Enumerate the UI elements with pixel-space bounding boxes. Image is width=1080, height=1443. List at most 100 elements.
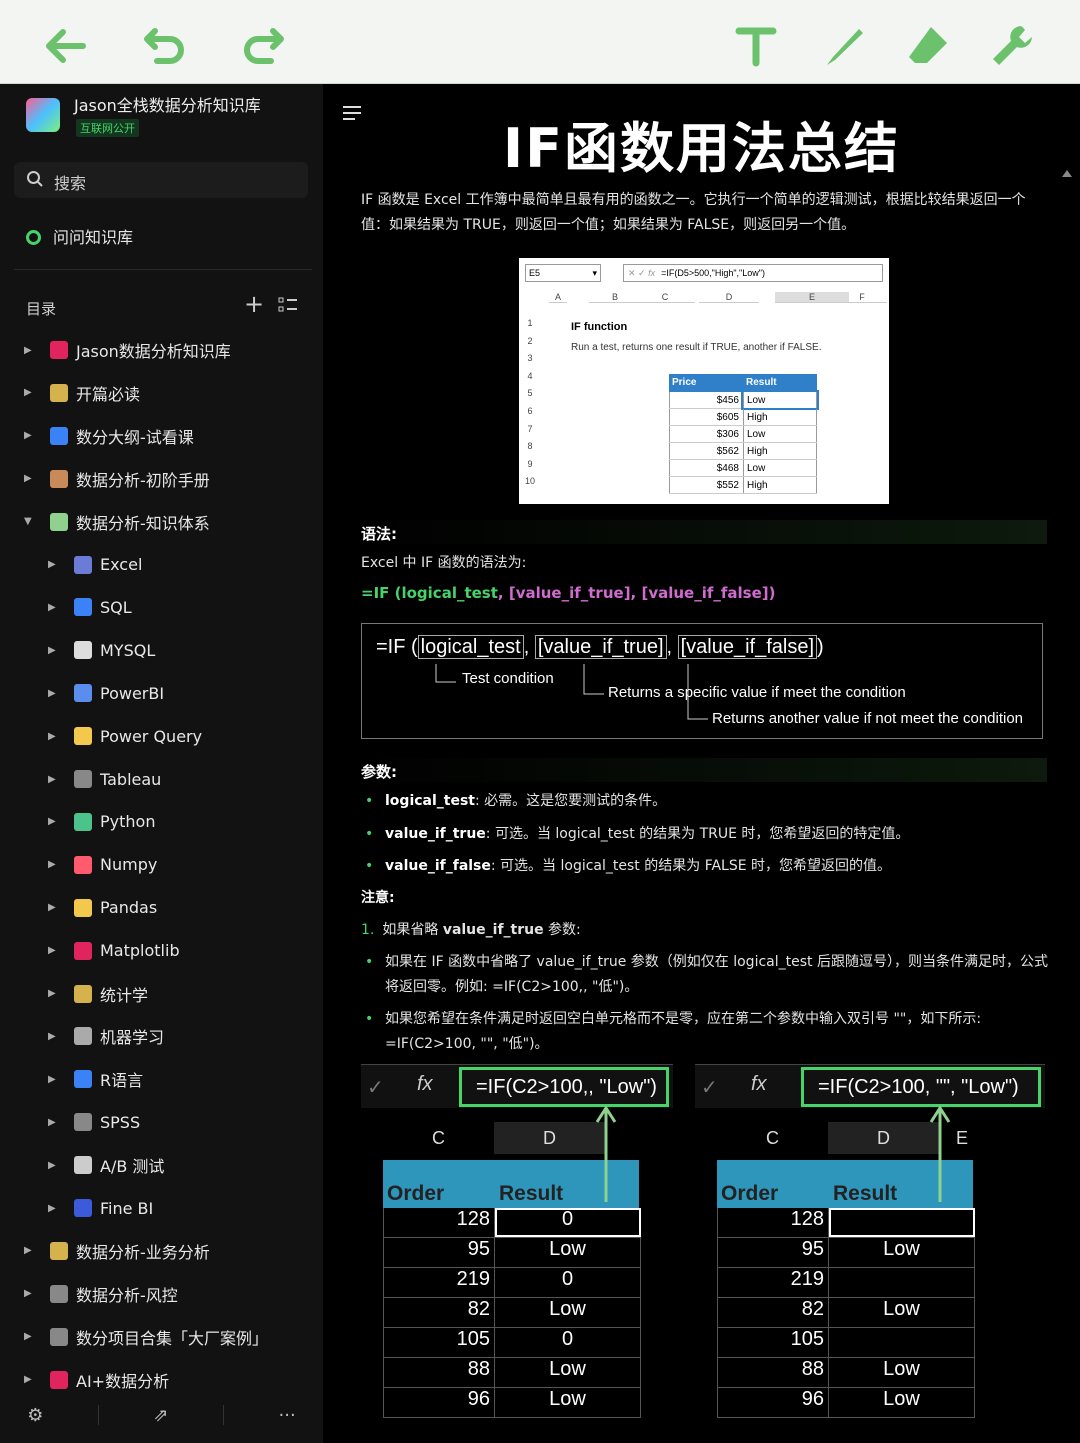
tableau-icon <box>74 770 92 788</box>
sidebar-item-label: Excel <box>100 555 143 574</box>
chevron-right-icon[interactable]: ▶ <box>48 816 62 827</box>
redo-icon[interactable] <box>234 18 290 74</box>
table-cell: Low <box>495 1298 641 1327</box>
sidebar-item[interactable]: ▶ Python <box>48 807 155 837</box>
sidebar-item[interactable]: ▶ PowerBI <box>48 678 164 708</box>
chevron-right-icon[interactable]: ▶ <box>48 945 62 956</box>
chevron-right-icon[interactable]: ▶ <box>48 1117 62 1128</box>
chevron-right-icon[interactable]: ▶ <box>48 645 62 656</box>
sidebar-item[interactable]: ▶ MYSQL <box>48 635 155 665</box>
param-desc: : 可选。当 logical_test 的结果为 FALSE 时，您希望返回的值… <box>490 858 892 874</box>
more-icon[interactable]: ··· <box>279 1405 296 1426</box>
table-row: 128 <box>717 1208 975 1238</box>
fig-subheading: Run a test, returns one result if TRUE, … <box>571 342 822 353</box>
price-table: Price Result $456 Low $605 High $306 Low $562 Hig… <box>669 374 819 494</box>
chevron-right-icon[interactable]: ▶ <box>24 1374 38 1385</box>
param-name: value_if_true <box>385 825 486 842</box>
sidebar-item-label: SQL <box>100 597 132 617</box>
chevron-right-icon[interactable]: ▶ <box>24 1245 38 1256</box>
sidebar-item[interactable]: ▶ 机器学习 <box>48 1021 164 1051</box>
chevron-right-icon[interactable]: ▶ <box>24 1331 38 1342</box>
formula-input[interactable]: =IF(C2>100, "", "Low") <box>801 1067 1041 1107</box>
table-cell: 95 <box>717 1238 829 1267</box>
sidebar-item[interactable]: ▶ Tableau <box>48 764 161 794</box>
formula-input[interactable]: =IF(C2>100,, "Low") <box>459 1067 669 1107</box>
sidebar-item[interactable]: ▶ R语言 <box>48 1064 143 1094</box>
chevron-down-icon[interactable]: ▼ <box>24 516 38 527</box>
note-heading: 注意: <box>361 890 395 906</box>
sidebar-item[interactable]: ▶ 开篇必读 <box>24 378 140 408</box>
table-row: 105 <box>717 1328 975 1358</box>
sidebar-item[interactable]: ▶ 统计学 <box>48 979 148 1009</box>
ask-label: 问问知识库 <box>53 228 134 247</box>
chevron-right-icon[interactable]: ▶ <box>48 559 62 570</box>
sidebar-item[interactable]: ▶ 数分项目合集「大厂案例」 <box>24 1322 268 1352</box>
workspace-logo[interactable] <box>26 98 60 132</box>
chevron-right-icon[interactable]: ▶ <box>48 1160 62 1171</box>
sidebar-item[interactable]: ▶ 数据分析-风控 <box>24 1279 178 1309</box>
workspace-name[interactable]: Jason全栈数据分析知识库 <box>74 92 261 116</box>
sidebar-item[interactable]: ▶ Matplotlib <box>48 936 180 966</box>
sidebar-item[interactable]: ▶ SQL <box>48 592 132 622</box>
powerquery-icon <box>74 727 92 746</box>
sidebar-item[interactable]: ▶ Pandas <box>48 893 157 923</box>
sidebar-item[interactable]: ▶ 数据分析-初阶手册 <box>24 464 210 494</box>
chevron-right-icon[interactable]: ▶ <box>24 1288 38 1299</box>
wrench-icon[interactable] <box>984 18 1040 74</box>
chevron-right-icon[interactable]: ▶ <box>48 988 62 999</box>
sidebar-item-label: 机器学习 <box>100 1028 165 1048</box>
list-icon[interactable] <box>278 296 298 314</box>
sidebar-item[interactable]: ▶ 数分大纲-试看课 <box>24 421 194 451</box>
chevron-right-icon[interactable]: ▶ <box>24 387 38 398</box>
sidebar-item[interactable]: ▶ SPSS <box>48 1107 140 1137</box>
syntax-prefix: =IF ( <box>361 584 402 602</box>
chevron-right-icon[interactable]: ▶ <box>48 602 62 613</box>
chevron-right-icon[interactable]: ▶ <box>24 345 38 356</box>
text-icon[interactable] <box>728 18 784 74</box>
ask-knowledge-base-button[interactable]: 问问知识库 <box>26 224 133 248</box>
chevron-right-icon[interactable]: ▶ <box>24 430 38 441</box>
share-icon[interactable]: ⇗ <box>153 1405 168 1426</box>
chevron-right-icon[interactable]: ▶ <box>48 902 62 913</box>
chevron-right-icon[interactable]: ▶ <box>48 688 62 699</box>
add-icon[interactable]: + <box>244 292 264 316</box>
pencil-icon <box>50 383 68 402</box>
formula-bar: ✓ fx =IF(C2>100, "", "Low") <box>695 1064 1045 1108</box>
table-row: 105 0 <box>383 1328 641 1358</box>
settings-icon[interactable]: ⚙ <box>27 1405 43 1426</box>
column-header: D <box>699 292 759 303</box>
chevron-right-icon[interactable]: ▶ <box>48 859 62 870</box>
pen-icon[interactable] <box>816 18 872 74</box>
workspace-tag: 互联网公开 <box>76 119 139 137</box>
scroll-up-icon[interactable] <box>1062 170 1072 177</box>
sidebar-item[interactable]: ▶ A/B 测试 <box>48 1150 164 1180</box>
pandas-icon <box>74 898 92 917</box>
chevron-right-icon[interactable]: ▶ <box>24 473 38 484</box>
chevron-right-icon[interactable]: ▶ <box>48 1074 62 1085</box>
sidebar-item[interactable]: ▼ 数据分析-知识体系 <box>24 507 210 537</box>
sidebar-item[interactable]: ▶ Excel <box>48 550 142 580</box>
search-input[interactable]: 搜索 <box>14 162 308 198</box>
sidebar-item-label: 数据分析-业务分析 <box>76 1242 210 1262</box>
formula-text: =IF(D5>500,"High","Low") <box>661 268 765 278</box>
table-cell: Low <box>741 390 819 410</box>
sidebar-item[interactable]: ▶ Jason数据分析知识库 <box>24 335 231 365</box>
undo-icon[interactable] <box>138 18 194 74</box>
table-cell: Low <box>743 460 817 476</box>
chevron-right-icon[interactable]: ▶ <box>48 1031 62 1042</box>
chevron-right-icon[interactable]: ▶ <box>48 731 62 742</box>
sidebar-item[interactable]: ▶ Power Query <box>48 721 202 751</box>
sidebar-item[interactable]: ▶ Numpy <box>48 850 157 880</box>
table-row: $552 High <box>669 477 817 494</box>
column-header: C <box>635 292 695 303</box>
chevron-right-icon[interactable]: ▶ <box>48 774 62 785</box>
table-cell: 96 <box>383 1388 495 1417</box>
chevron-right-icon[interactable]: ▶ <box>48 1203 62 1214</box>
table-cell <box>829 1328 975 1357</box>
sidebar-item[interactable]: ▶ Fine BI <box>48 1193 153 1223</box>
table-cell: 219 <box>717 1268 829 1297</box>
sidebar-item[interactable]: ▶ 数据分析-业务分析 <box>24 1236 210 1266</box>
note-bold: value_if_true <box>442 922 544 938</box>
back-arrow-icon[interactable] <box>38 18 94 74</box>
eraser-icon[interactable] <box>900 18 956 74</box>
